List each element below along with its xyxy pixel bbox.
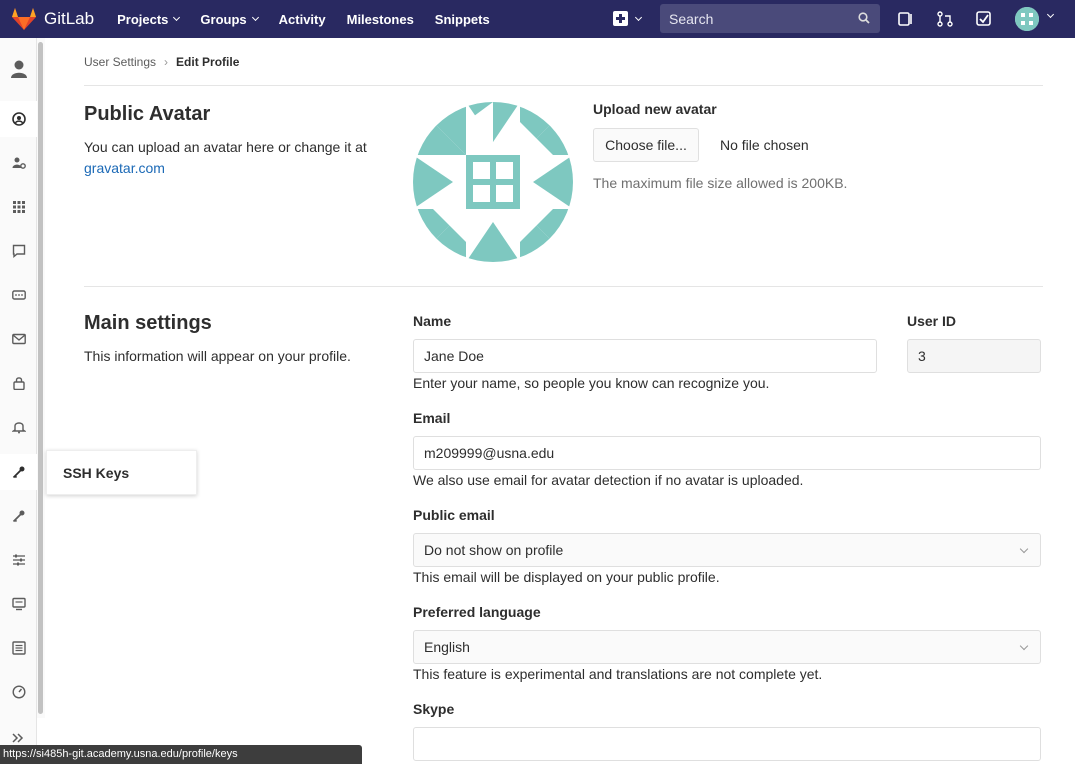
key-icon (12, 510, 24, 523)
collapse-sidebar-icon[interactable] (10, 730, 26, 746)
chat-icon (12, 244, 25, 258)
name-help: Enter your name, so people you know can … (413, 375, 770, 391)
choose-file-button[interactable]: Choose file... (593, 128, 699, 162)
sidebar-item-chat[interactable] (0, 233, 37, 269)
plus-icon (613, 11, 628, 26)
upload-avatar-title: Upload new avatar (593, 101, 717, 117)
applications-icon (12, 201, 25, 213)
main-settings-desc: This information will appear on your pro… (84, 348, 351, 364)
account-icon (12, 157, 26, 169)
nav-links: Projects Groups Activity Milestones Snip… (117, 0, 511, 38)
monitor-icon (11, 597, 26, 611)
avatar-image (413, 102, 573, 262)
divider (84, 85, 1043, 86)
sidebar-item-password[interactable] (0, 365, 37, 401)
emails-icon (11, 333, 26, 345)
brand-name: GitLab (44, 9, 95, 28)
access-tokens-icon (11, 290, 26, 300)
gitlab-home-link[interactable]: GitLab (11, 0, 94, 38)
sidebar-toggle-icon[interactable] (897, 10, 915, 28)
sidebar-item-active-sessions[interactable] (0, 586, 37, 622)
public-email-help: This email will be displayed on your pub… (413, 569, 720, 585)
public-email-label: Public email (413, 507, 495, 523)
sidebar-item-access-tokens[interactable] (0, 277, 37, 313)
todos-icon[interactable] (975, 10, 993, 28)
user-avatar[interactable] (1015, 7, 1039, 31)
public-avatar-desc: You can upload an avatar here or change … (84, 139, 367, 176)
top-navbar: GitLab Projects Groups Activity Mileston… (0, 0, 1075, 38)
breadcrumb-parent[interactable]: User Settings (84, 55, 156, 69)
skype-label: Skype (413, 701, 455, 717)
email-label: Email (413, 410, 451, 426)
public-avatar-title: Public Avatar (84, 103, 211, 125)
sidebar-item-ssh-keys[interactable] (0, 454, 37, 490)
new-dropdown-button[interactable] (613, 11, 643, 26)
language-value: English (424, 639, 470, 655)
nav-groups[interactable]: Groups (200, 12, 259, 27)
sidebar-item-notifications[interactable] (0, 409, 37, 445)
upload-help-text: The maximum file size allowed is 200KB. (593, 175, 848, 191)
nav-milestones[interactable]: Milestones (347, 12, 414, 27)
gauge-icon (11, 685, 26, 699)
sidebar-item-authentication-log[interactable] (0, 630, 37, 666)
sidebar-scrollbar-thumb[interactable] (38, 42, 43, 714)
chevron-right-icon: › (164, 55, 169, 69)
name-field[interactable] (413, 339, 877, 373)
key-icon (12, 466, 24, 479)
bell-icon (11, 422, 26, 434)
gravatar-link[interactable]: gravatar.com (84, 160, 165, 176)
sidebar-tooltip: SSH Keys (46, 450, 197, 495)
profile-icon (11, 112, 26, 126)
sidebar-item-pipeline-quota[interactable] (0, 674, 37, 710)
sidebar-item-applications[interactable] (0, 189, 37, 225)
lock-icon (12, 377, 25, 390)
main-settings-title: Main settings (84, 312, 212, 334)
status-bar-url: https://si485h-git.academy.usna.edu/prof… (0, 745, 362, 764)
search-box[interactable] (660, 4, 880, 33)
search-icon (858, 12, 870, 24)
nav-snippets[interactable]: Snippets (435, 12, 490, 27)
nav-activity[interactable]: Activity (279, 12, 326, 27)
userid-field (907, 339, 1041, 373)
merge-request-icon[interactable] (936, 10, 954, 28)
language-select[interactable]: English (413, 630, 1041, 664)
chevron-down-icon (1019, 641, 1029, 651)
nav-projects[interactable]: Projects (117, 12, 181, 27)
sidebar-item-user[interactable] (0, 50, 37, 88)
chevron-down-icon (251, 13, 259, 22)
user-icon (10, 60, 27, 78)
email-help: We also use email for avatar detection i… (413, 472, 804, 488)
divider (84, 286, 1043, 287)
name-label: Name (413, 313, 452, 329)
userid-label: User ID (907, 313, 957, 329)
chevron-down-icon (634, 13, 643, 21)
skype-field[interactable] (413, 727, 1041, 761)
sidebar-item-gpg-keys[interactable] (0, 498, 37, 534)
gitlab-logo-icon (12, 8, 36, 30)
sliders-icon (12, 554, 25, 566)
language-label: Preferred language (413, 604, 541, 620)
chevron-down-icon (1019, 544, 1029, 554)
public-email-value: Do not show on profile (424, 542, 564, 558)
email-field[interactable] (413, 436, 1041, 470)
sidebar-item-emails[interactable] (0, 321, 37, 357)
search-input[interactable] (669, 10, 849, 27)
language-help: This feature is experimental and transla… (413, 666, 823, 682)
sidebar-item-profile[interactable] (0, 101, 37, 137)
sidebar-item-account[interactable] (0, 145, 37, 181)
chevron-down-icon[interactable] (1046, 10, 1055, 19)
no-file-text: No file chosen (720, 137, 809, 153)
chevron-down-icon (173, 13, 181, 22)
sidebar-item-preferences[interactable] (0, 542, 37, 578)
log-icon (11, 641, 26, 655)
public-email-select[interactable]: Do not show on profile (413, 533, 1041, 567)
breadcrumb: User Settings › Edit Profile (84, 55, 239, 69)
breadcrumb-current[interactable]: Edit Profile (176, 55, 239, 69)
